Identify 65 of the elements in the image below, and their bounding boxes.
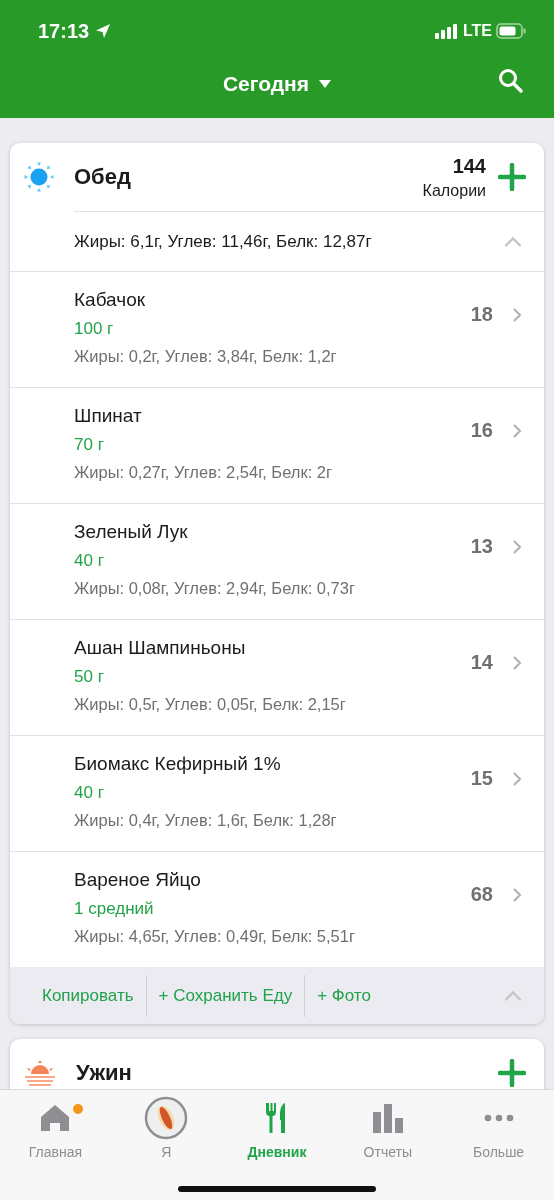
chevron-right-icon <box>513 887 522 902</box>
collapse-icon[interactable] <box>504 236 522 247</box>
food-calories: 68 <box>470 883 493 906</box>
battery-icon <box>496 23 526 39</box>
food-macros: Жиры: 0,27г, Углев: 2,54г, Белк: 2г <box>74 463 334 482</box>
meal-title: Ужин <box>76 1060 132 1086</box>
chevron-right-icon <box>513 423 522 438</box>
food-calories: 18 <box>470 303 493 326</box>
food-amount: 100 г <box>74 319 115 339</box>
bar-chart-icon <box>371 1103 404 1133</box>
food-amount: 70 г <box>74 435 105 455</box>
food-amount: 40 г <box>74 551 105 571</box>
chevron-right-icon <box>513 771 522 786</box>
action-link[interactable]: Копировать <box>30 985 146 1006</box>
calorie-total: 144 <box>452 154 486 178</box>
chevron-right-icon <box>513 539 522 554</box>
food-name: Шпинат <box>74 405 143 427</box>
food-macros: Жиры: 4,65г, Углев: 0,49г, Белк: 5,51г <box>74 927 356 946</box>
chevron-right-icon <box>513 307 522 322</box>
food-name: Ашан Шампиньоны <box>74 637 247 659</box>
add-icon[interactable] <box>498 163 526 191</box>
meal-title: Обед <box>74 164 131 190</box>
tab-item[interactable]: Я <box>116 1096 217 1160</box>
home-icon <box>39 1103 72 1133</box>
food-macros: Жиры: 0,08г, Углев: 2,94г, Белк: 0,73г <box>74 579 356 598</box>
food-name: Зеленый Лук <box>74 521 189 543</box>
action-link[interactable]: + Фото <box>305 985 383 1006</box>
food-name: Кабачок <box>74 289 146 311</box>
caret-icon <box>319 80 332 88</box>
food-calories: 15 <box>470 767 493 790</box>
food-row[interactable]: Ашан Шампиньоны 50 г Жиры: 0,5г, Углев: 0,05г, Белк: 2,15г 14 <box>10 619 544 735</box>
food-row[interactable]: Биомакс Кефирный 1% 40 г Жиры: 0,4г, Углев: 1,6г, Белк: 1,28г 15 <box>10 735 544 851</box>
food-macros: Жиры: 0,4г, Углев: 1,6г, Белк: 1,28г <box>74 811 338 830</box>
macro-summary: Жиры: 6,1г, Углев: 11,46г, Белк: 12,87г <box>74 231 372 252</box>
location-arrow-icon <box>95 23 112 39</box>
food-name: Биомакс Кефирный 1% <box>74 753 282 775</box>
food-calories: 14 <box>470 651 493 674</box>
status-time: 17:13 <box>38 19 90 43</box>
add-icon[interactable] <box>498 1059 526 1087</box>
food-macros: Жиры: 0,2г, Углев: 3,84г, Белк: 1,2г <box>74 347 338 366</box>
date-selector[interactable]: Сегодня <box>222 72 332 96</box>
food-name: Вареное Яйцо <box>74 869 202 891</box>
tab-item[interactable]: Отчеты <box>337 1096 438 1160</box>
food-amount: 40 г <box>74 783 105 803</box>
food-amount: 1 средний <box>74 899 155 919</box>
tab-item[interactable]: Главная <box>5 1096 106 1160</box>
tab-item[interactable]: Больше <box>448 1096 549 1160</box>
sunset-icon <box>24 1059 56 1087</box>
tab-item[interactable]: Дневник <box>227 1096 327 1160</box>
food-row[interactable]: Шпинат 70 г Жиры: 0,27г, Углев: 2,54г, Белк: 2г 16 <box>10 387 544 503</box>
signal-icon <box>434 23 459 39</box>
food-row[interactable]: Кабачок 100 г Жиры: 0,2г, Углев: 3,84г, Белк: 1,2г 18 <box>10 271 544 387</box>
action-link[interactable]: + Сохранить Еду <box>146 985 305 1006</box>
food-amount: 50 г <box>74 667 105 687</box>
food-macros: Жиры: 0,5г, Углев: 0,05г, Белк: 2,15г <box>74 695 347 714</box>
calorie-label: Калории <box>422 181 486 200</box>
sun-icon <box>24 162 54 192</box>
chevron-right-icon <box>513 655 522 670</box>
more-icon <box>483 1114 514 1122</box>
food-calories: 13 <box>470 535 493 558</box>
avatar-icon <box>144 1096 189 1140</box>
food-row[interactable]: Зеленый Лук 40 г Жиры: 0,08г, Углев: 2,94г, Белк: 0,73г 13 <box>10 503 544 619</box>
food-calories: 16 <box>470 419 493 442</box>
search-icon[interactable] <box>498 68 524 94</box>
network-label: LTE <box>462 22 492 40</box>
